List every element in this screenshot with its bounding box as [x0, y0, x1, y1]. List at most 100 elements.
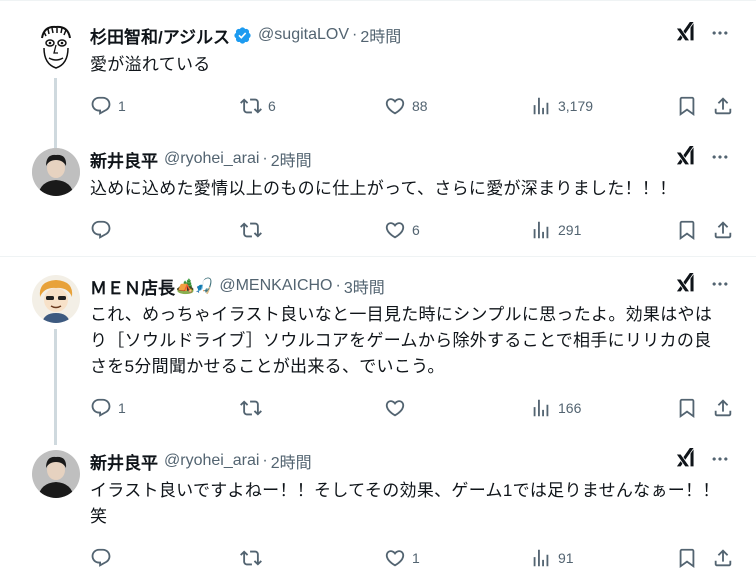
reply-icon: [90, 219, 112, 241]
reply-button[interactable]: 1: [90, 397, 126, 419]
verified-badge-icon: [233, 26, 252, 45]
share-button[interactable]: [712, 219, 734, 241]
timestamp[interactable]: 2時間: [271, 449, 312, 473]
share-icon: [712, 547, 734, 569]
action-bar: 6 291: [90, 219, 740, 241]
retweet-icon: [240, 219, 262, 241]
retweet-button[interactable]: [240, 397, 268, 419]
reply-icon: [90, 547, 112, 569]
bookmark-button[interactable]: [676, 95, 698, 117]
retweet-icon: [240, 397, 262, 419]
avatar[interactable]: [32, 148, 80, 196]
tweet-header: 新井良平 @ryohei_arai · 2時間: [90, 147, 312, 172]
separator-dot: ·: [352, 26, 358, 43]
reply-count: 1: [118, 98, 126, 114]
avatar[interactable]: [32, 450, 80, 498]
view-count: 91: [558, 550, 574, 566]
tweet-text: イラスト良いですよねー！！そしてその効果、ゲーム1では足りませんなぁー！！笑: [90, 481, 720, 526]
retweet-button[interactable]: [240, 547, 268, 569]
bookmark-icon: [676, 547, 698, 569]
thread-line: [54, 329, 57, 445]
separator-dot: ·: [262, 150, 268, 167]
like-button[interactable]: [384, 397, 412, 419]
name-emoji: 🏕️🎣: [176, 278, 214, 295]
timestamp[interactable]: 3時間: [344, 274, 385, 298]
share-icon: [712, 95, 734, 117]
bookmark-icon: [676, 219, 698, 241]
share-button[interactable]: [712, 397, 734, 419]
reply-count: 1: [118, 400, 126, 416]
retweet-icon: [240, 95, 262, 117]
avatar-sketch-image: [32, 24, 80, 72]
timestamp[interactable]: 2時間: [271, 147, 312, 171]
more-icon[interactable]: [710, 274, 730, 294]
retweet-icon: [240, 547, 262, 569]
top-divider: [0, 0, 756, 1]
display-name[interactable]: ＭＥＮ店長: [90, 274, 175, 299]
reply-button[interactable]: [90, 547, 118, 569]
views-button[interactable]: 91: [530, 547, 574, 569]
avatar-cartoon-image: [32, 275, 80, 323]
like-icon: [384, 219, 406, 241]
views-icon: [530, 547, 552, 569]
views-button[interactable]: 166: [530, 397, 581, 419]
tweet-text: 込めに込めた愛情以上のものに仕上がって、さらに愛が深まりました！！！: [90, 179, 677, 198]
header-actions: [675, 448, 730, 469]
views-button[interactable]: 291: [530, 219, 581, 241]
tweet-header: 杉田智和/アジルス @sugitaLOV · 2時間: [90, 23, 401, 48]
view-count: 166: [558, 400, 582, 416]
tweet-text: これ、めっちゃイラスト良いなと一目見た時にシンプルに思ったよ。効果はやはり［ソウ…: [90, 305, 713, 376]
display-name[interactable]: 杉田智和/アジルス: [90, 23, 230, 48]
tweet-header: 新井良平 @ryohei_arai · 2時間: [90, 449, 312, 474]
grok-icon[interactable]: [675, 146, 696, 167]
header-actions: [675, 146, 730, 167]
views-icon: [530, 219, 552, 241]
like-icon: [384, 547, 406, 569]
more-icon[interactable]: [710, 449, 730, 469]
bookmark-icon: [676, 95, 698, 117]
handle[interactable]: @ryohei_arai: [164, 150, 259, 168]
avatar-photo-image: [32, 450, 80, 498]
more-icon[interactable]: [710, 23, 730, 43]
retweet-count: 6: [268, 98, 276, 114]
share-button[interactable]: [712, 95, 734, 117]
retweet-button[interactable]: 6: [240, 95, 276, 117]
header-actions: [675, 273, 730, 294]
separator-dot: ·: [335, 277, 341, 294]
display-name[interactable]: 新井良平: [90, 449, 158, 474]
like-button[interactable]: 6: [384, 219, 420, 241]
grok-icon[interactable]: [675, 22, 696, 43]
grok-icon[interactable]: [675, 273, 696, 294]
action-bar: 1 166: [90, 397, 740, 419]
retweet-button[interactable]: [240, 219, 268, 241]
like-count: 1: [412, 550, 420, 566]
tweet-text: 愛が溢れている: [90, 55, 211, 74]
like-button[interactable]: 1: [384, 547, 420, 569]
bookmark-button[interactable]: [676, 219, 698, 241]
handle[interactable]: @MENKAICHO: [219, 277, 332, 295]
like-icon: [384, 95, 406, 117]
share-button[interactable]: [712, 547, 734, 569]
avatar[interactable]: [32, 24, 80, 72]
handle[interactable]: @ryohei_arai: [164, 452, 259, 470]
display-name[interactable]: 新井良平: [90, 147, 158, 172]
grok-icon[interactable]: [675, 448, 696, 469]
reply-button[interactable]: 1: [90, 95, 126, 117]
bookmark-button[interactable]: [676, 397, 698, 419]
tweet-header: ＭＥＮ店長 🏕️🎣 @MENKAICHO · 3時間: [90, 274, 385, 299]
avatar[interactable]: [32, 275, 80, 323]
handle[interactable]: @sugitaLOV: [258, 26, 349, 44]
reply-icon: [90, 397, 112, 419]
more-icon[interactable]: [710, 147, 730, 167]
reply-button[interactable]: [90, 219, 118, 241]
thread-divider: [0, 256, 756, 257]
timestamp[interactable]: 2時間: [360, 23, 401, 47]
views-button[interactable]: 3,179: [530, 95, 593, 117]
reply-icon: [90, 95, 112, 117]
like-button[interactable]: 88: [384, 95, 428, 117]
bookmark-icon: [676, 397, 698, 419]
like-icon: [384, 397, 406, 419]
bookmark-button[interactable]: [676, 547, 698, 569]
views-icon: [530, 397, 552, 419]
like-count: 6: [412, 222, 420, 238]
